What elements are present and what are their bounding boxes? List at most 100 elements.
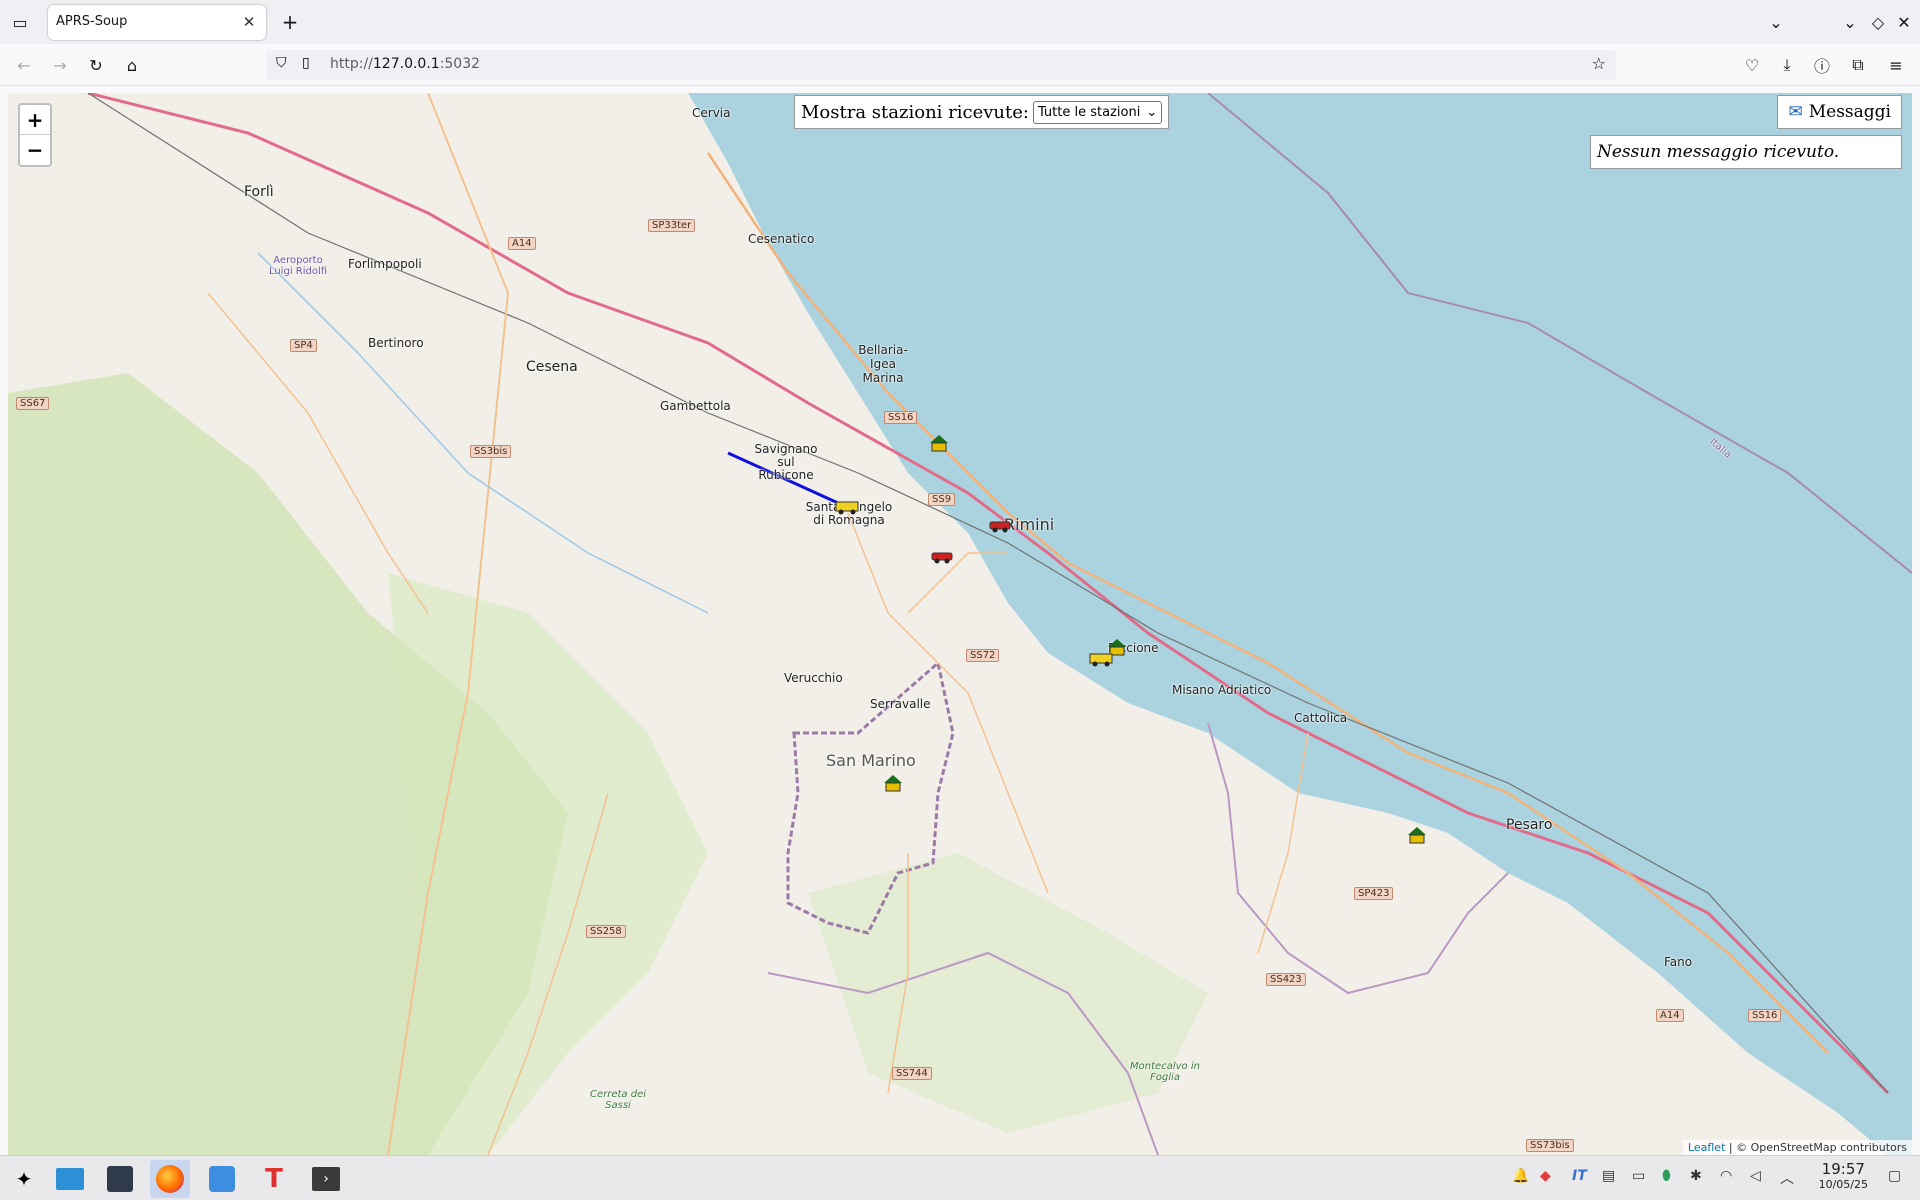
road-shield: SP33ter <box>648 219 696 232</box>
tab-aprs-soup[interactable]: APRS-Soup ✕ <box>48 5 266 40</box>
system-settings-icon[interactable] <box>100 1160 140 1198</box>
station-filter-select[interactable]: Tutte le stazioni ⌄ <box>1032 100 1163 124</box>
road-shield: SP4 <box>290 339 317 352</box>
place-label: San Marino <box>826 751 916 770</box>
clipboard-icon[interactable]: ▤ <box>1602 1168 1615 1184</box>
place-label: Montecalvo in Foglia <box>1130 1061 1200 1083</box>
pocket-icon[interactable]: ♡ <box>1740 53 1764 77</box>
road-shield: SS72 <box>966 649 1000 662</box>
close-window-icon[interactable]: ✕ <box>1892 10 1916 34</box>
tray-expand-icon[interactable]: ︿ <box>1780 1168 1794 1188</box>
menu-icon[interactable]: ≡ <box>1884 53 1908 77</box>
map-tiles <box>8 93 1912 1155</box>
map-viewport[interactable]: Cervia Forlì Cesenatico Forlimpopoli Aer… <box>8 93 1912 1155</box>
firefox-icon[interactable] <box>150 1160 190 1198</box>
back-icon[interactable]: ← <box>12 53 36 77</box>
wifi-icon[interactable]: ◠ <box>1720 1168 1732 1184</box>
place-label: Gambettola <box>660 399 731 413</box>
zoom-in-button[interactable]: + <box>20 105 50 135</box>
clock-time: 19:57 <box>1821 1160 1865 1178</box>
tab-bar: ▭ APRS-Soup ✕ + ⌄ ⌄ ◇ ✕ <box>0 0 1920 44</box>
station-van-icon[interactable] <box>834 499 859 517</box>
url-bar[interactable]: ⛉ ▯ http://127.0.0.1:5032 ☆ <box>266 50 1616 80</box>
osm-attribution: | © OpenStreetMap contributors <box>1728 1141 1907 1154</box>
place-label: Cerreta dei Sassi <box>589 1089 646 1111</box>
zoom-control: + − <box>18 103 52 167</box>
place-label: Bellaria-Igea Marina <box>858 343 908 385</box>
station-van-icon[interactable] <box>1088 651 1113 669</box>
place-label: Cervia <box>692 106 731 120</box>
place-label: Cesenatico <box>748 232 815 246</box>
minimize-icon[interactable]: ⌄ <box>1838 10 1862 34</box>
road-shield: SS16 <box>884 411 918 424</box>
notifications-icon[interactable]: 🔔 <box>1512 1168 1529 1184</box>
home-icon[interactable]: ⌂ <box>120 53 144 77</box>
place-label: Forlimpopoli <box>348 257 422 271</box>
road-shield: A14 <box>508 237 536 250</box>
extensions-icon[interactable]: ⧉ <box>1846 53 1870 77</box>
reload-icon[interactable]: ↻ <box>84 53 108 77</box>
place-label: Misano Adriatico <box>1172 683 1272 697</box>
filter-selected-value: Tutte le stazioni <box>1037 104 1141 120</box>
station-filter: Mostra stazioni ricevute: Tutte le stazi… <box>794 95 1170 129</box>
place-label: Cesena <box>526 359 578 375</box>
place-label: Pesaro <box>1506 817 1553 833</box>
zoom-out-button[interactable]: − <box>20 135 50 165</box>
road-shield: A14 <box>1656 1009 1684 1022</box>
filter-label: Mostra stazioni ricevute: <box>801 101 1029 123</box>
show-desktop-icon[interactable]: ▢ <box>1888 1168 1901 1184</box>
tab-list-icon[interactable]: ▭ <box>8 10 32 34</box>
maximize-icon[interactable]: ◇ <box>1866 10 1890 34</box>
new-tab-icon[interactable]: + <box>278 10 302 34</box>
place-label: Cattolica <box>1294 711 1348 725</box>
bookmark-star-icon[interactable]: ☆ <box>1592 54 1606 73</box>
file-manager-icon[interactable] <box>50 1160 90 1198</box>
info-icon[interactable]: ⓘ <box>1810 53 1834 77</box>
vpn-icon[interactable]: ⬮ <box>1662 1168 1671 1184</box>
shield-icon[interactable]: ⛉ <box>276 55 287 71</box>
messages-button-label: Messaggi <box>1808 102 1891 122</box>
chevron-down-icon[interactable]: ⌄ <box>1764 10 1788 34</box>
keyboard-layout[interactable]: IT <box>1572 1168 1587 1184</box>
station-house-icon[interactable] <box>882 773 904 792</box>
chevron-down-icon: ⌄ <box>1146 104 1158 120</box>
terminal-icon[interactable]: › <box>306 1160 346 1198</box>
clock-date: 10/05/25 <box>1818 1178 1868 1191</box>
station-car-icon[interactable] <box>930 545 953 564</box>
tab-title: APRS-Soup <box>56 14 128 29</box>
station-house-icon[interactable] <box>928 433 950 452</box>
road-shield: SS9 <box>928 493 956 506</box>
road-shield: SS16 <box>1748 1009 1782 1022</box>
messages-panel: Nessun messaggio ricevuto. <box>1590 135 1902 169</box>
discover-icon[interactable] <box>202 1160 242 1198</box>
taskbar: ✦ T › 🔔 ◆ IT ▤ ▭ ⬮ ✱ ◠ ◁ ︿ 19:57 10/05/2… <box>0 1155 1920 1200</box>
place-label: Bertinoro <box>368 336 424 350</box>
volume-icon[interactable]: ◁ <box>1750 1168 1761 1184</box>
battery-icon[interactable]: ▭ <box>1632 1168 1645 1184</box>
station-house-icon[interactable] <box>1406 825 1428 844</box>
map-attribution: Leaflet | © OpenStreetMap contributors <box>1682 1140 1912 1155</box>
app-launcher-icon[interactable]: ✦ <box>4 1160 44 1198</box>
leaflet-link[interactable]: Leaflet <box>1688 1141 1725 1154</box>
road-shield: SP423 <box>1354 887 1394 900</box>
url-text: http://127.0.0.1:5032 <box>330 56 481 72</box>
forward-icon[interactable]: → <box>48 53 72 77</box>
place-label: Serravalle <box>870 697 931 711</box>
station-car-icon[interactable] <box>988 515 1011 533</box>
nav-bar: ← → ↻ ⌂ ⛉ ▯ http://127.0.0.1:5032 ☆ ♡ ⤓ … <box>0 44 1920 86</box>
messages-button[interactable]: ✉ Messaggi <box>1777 95 1902 129</box>
place-label: Savignano sul Rubicone <box>754 442 818 482</box>
anydesk-icon[interactable]: ◆ <box>1540 1168 1551 1184</box>
close-tab-icon[interactable]: ✕ <box>238 11 260 33</box>
place-label: Verucchio <box>784 671 843 685</box>
road-shield: SS258 <box>586 925 626 938</box>
road-shield: SS67 <box>16 397 50 410</box>
downloads-icon[interactable]: ⤓ <box>1775 53 1799 77</box>
road-shield: SS73bis <box>1526 1139 1574 1152</box>
road-shield: SS423 <box>1266 973 1306 986</box>
clock[interactable]: 19:57 10/05/25 <box>1819 1161 1868 1193</box>
bluetooth-icon[interactable]: ✱ <box>1690 1168 1702 1184</box>
text-editor-icon[interactable]: T <box>254 1160 294 1198</box>
road-shield: SS3bis <box>470 445 512 458</box>
place-label: Aeroporto Luigi Ridolfi <box>268 255 328 277</box>
